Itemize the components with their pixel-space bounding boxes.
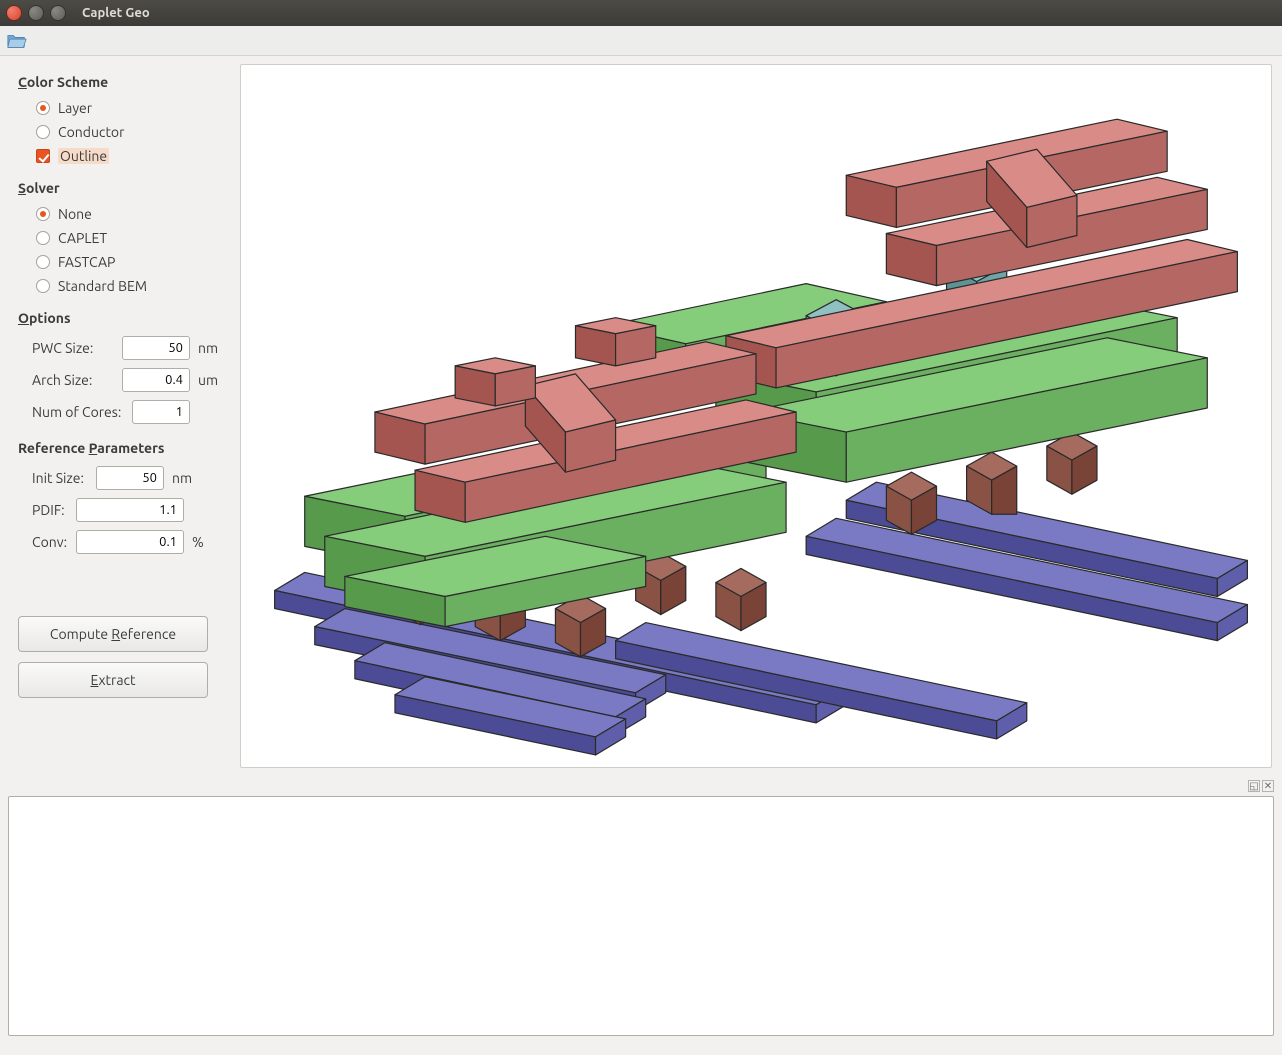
dock-close-icon[interactable]: ✕ xyxy=(1262,780,1274,792)
init-size-input[interactable] xyxy=(96,466,164,490)
color-scheme-layer-radio[interactable]: Layer xyxy=(18,96,228,120)
pdif-label: PDIF: xyxy=(32,502,72,518)
checkbox-label: Outline xyxy=(58,148,109,164)
window-minimize-button[interactable] xyxy=(28,5,44,21)
radio-label: FASTCAP xyxy=(58,254,115,270)
compute-reference-button[interactable]: Compute Reference xyxy=(18,616,208,652)
radio-icon xyxy=(36,279,50,293)
radio-icon xyxy=(36,125,50,139)
solver-standard-bem-radio[interactable]: Standard BEM xyxy=(18,274,228,298)
cores-input[interactable] xyxy=(132,400,190,424)
init-size-unit: nm xyxy=(168,470,196,486)
open-file-icon[interactable] xyxy=(6,31,28,51)
toolbar xyxy=(0,26,1282,56)
dock-strip: ◱ ✕ xyxy=(0,776,1282,796)
init-size-label: Init Size: xyxy=(32,470,92,486)
arch-size-label: Arch Size: xyxy=(32,372,118,388)
3d-viewport[interactable] xyxy=(240,64,1272,768)
checkbox-icon xyxy=(36,149,50,163)
arch-size-input[interactable] xyxy=(122,368,190,392)
color-scheme-heading: Color Scheme xyxy=(18,74,228,90)
radio-label: Standard BEM xyxy=(58,278,147,294)
radio-label: Layer xyxy=(58,100,92,116)
radio-label: Conductor xyxy=(58,124,124,140)
solver-heading: Solver xyxy=(18,180,228,196)
color-scheme-outline-checkbox[interactable]: Outline xyxy=(18,144,228,168)
solver-fastcap-radio[interactable]: FASTCAP xyxy=(18,250,228,274)
window-maximize-button[interactable] xyxy=(50,5,66,21)
dock-float-icon[interactable]: ◱ xyxy=(1248,780,1260,792)
radio-label: CAPLET xyxy=(58,230,107,246)
reference-heading: Reference Parameters xyxy=(18,440,228,456)
solver-caplet-radio[interactable]: CAPLET xyxy=(18,226,228,250)
conv-input[interactable] xyxy=(76,530,184,554)
radio-icon xyxy=(36,101,50,115)
cores-label: Num of Cores: xyxy=(32,404,128,420)
solver-none-radio[interactable]: None xyxy=(18,202,228,226)
color-scheme-conductor-radio[interactable]: Conductor xyxy=(18,120,228,144)
pwc-size-label: PWC Size: xyxy=(32,340,118,356)
window-titlebar: Caplet Geo xyxy=(0,0,1282,26)
extract-button[interactable]: Extract xyxy=(18,662,208,698)
3d-render-svg xyxy=(241,65,1271,767)
radio-label: None xyxy=(58,206,92,222)
radio-icon xyxy=(36,231,50,245)
pwc-size-input[interactable] xyxy=(122,336,190,360)
window-close-button[interactable] xyxy=(6,5,22,21)
arch-size-unit: um xyxy=(194,372,222,388)
radio-icon xyxy=(36,207,50,221)
radio-icon xyxy=(36,255,50,269)
sidebar: Color Scheme Layer Conductor Outline Sol… xyxy=(0,56,240,776)
conv-unit: % xyxy=(188,534,216,550)
output-panel[interactable] xyxy=(8,796,1274,1036)
pdif-input[interactable] xyxy=(76,498,184,522)
window-title: Caplet Geo xyxy=(82,6,150,20)
pwc-size-unit: nm xyxy=(194,340,222,356)
conv-label: Conv: xyxy=(32,534,72,550)
options-heading: Options xyxy=(18,310,228,326)
